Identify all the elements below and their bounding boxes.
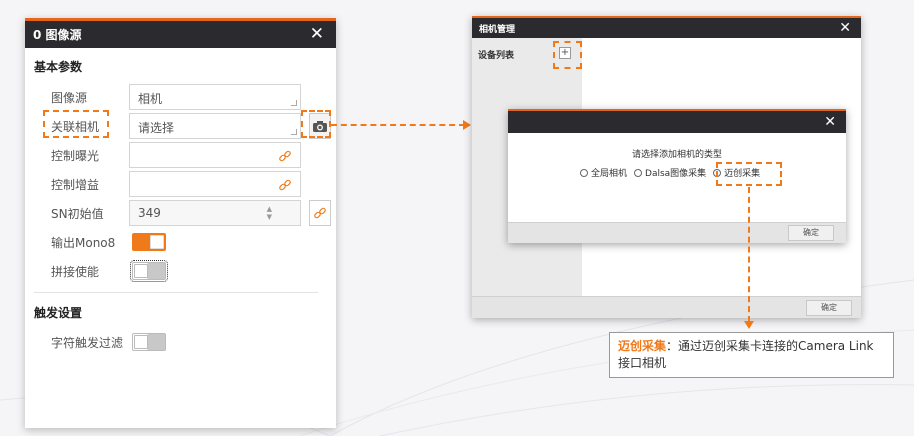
row-label: 拼接使能 — [51, 265, 100, 279]
camera-manager-ok-button[interactable]: 确定 — [806, 300, 852, 316]
resize-grip-icon — [291, 100, 297, 106]
sn-initial-stepper[interactable]: 349 ▲ ▼ — [129, 200, 301, 226]
row-label: 字符触发过滤 — [51, 336, 124, 350]
toggle-knob — [134, 335, 148, 349]
camera-manager-footer: 确定 — [472, 296, 861, 318]
row-label: 控制增益 — [51, 178, 100, 192]
link-icon[interactable] — [278, 149, 292, 163]
row-associated-camera: 关联相机 请选择 — [25, 113, 336, 139]
row-label: SN初始值 — [51, 207, 104, 221]
link-icon[interactable] — [278, 178, 292, 192]
control-exposure-field[interactable] — [129, 142, 301, 168]
device-list-label: 设备列表 — [478, 51, 515, 61]
arrow-head-right — [463, 120, 471, 130]
control-gain-field[interactable] — [129, 171, 301, 197]
camera-type-prompt: 请选择添加相机的类型 — [631, 150, 722, 160]
connector-arrow-vertical — [748, 187, 750, 322]
row-label: 输出Mono8 — [51, 236, 116, 250]
camera-icon — [313, 120, 327, 132]
resize-grip-icon — [291, 129, 297, 135]
row-sn-initial: SN初始值 349 ▲ ▼ — [25, 200, 336, 226]
add-camera-ok-button[interactable]: 确定 — [788, 225, 834, 241]
annotation-highlight: 迈创采集 — [618, 339, 667, 353]
row-label: 控制曝光 — [51, 149, 100, 163]
row-control-exposure: 控制曝光 — [25, 142, 336, 168]
section-divider — [34, 292, 318, 293]
arrow-head-down — [744, 321, 754, 329]
spin-arrows-icon[interactable]: ▲ ▼ — [267, 205, 272, 221]
camera-manager-title: 相机管理 — [479, 24, 516, 35]
sn-link-button[interactable] — [309, 200, 331, 226]
annotation-callout: 迈创采集：通过迈创采集卡连接的Camera Link接口相机 — [609, 332, 894, 378]
row-image-source: 图像源 相机 — [25, 84, 336, 110]
add-camera-button[interactable]: + — [559, 47, 571, 59]
panel-titlebar: 0 图像源 ✕ — [25, 18, 336, 48]
camera-settings-button[interactable] — [309, 113, 331, 139]
radio-button[interactable] — [634, 168, 643, 177]
camera-manager-titlebar: 相机管理 ✕ — [472, 16, 861, 38]
camera-type-options: 全局相机 Dalsa图像采集 迈创采集 — [580, 166, 760, 179]
add-camera-titlebar: ✕ — [508, 109, 846, 133]
panel-title: 0 图像源 — [33, 28, 82, 42]
close-icon[interactable]: ✕ — [310, 26, 324, 43]
image-source-panel: 0 图像源 ✕ 基本参数 图像源 相机 关联相机 请选择 控制曝光 控制增益 S… — [25, 18, 336, 428]
radio-button[interactable] — [713, 168, 722, 177]
row-output-mono8: 输出Mono8 — [25, 229, 336, 255]
row-char-trigger-filter: 字符触发过滤 — [25, 329, 336, 355]
option-matrox-capture[interactable]: 迈创采集 — [713, 166, 760, 179]
toggle-knob — [150, 235, 164, 249]
option-global-camera[interactable]: 全局相机 — [580, 166, 627, 179]
image-source-select[interactable]: 相机 — [129, 84, 301, 110]
section-title-trigger: 触发设置 — [34, 306, 83, 320]
radio-button[interactable] — [580, 168, 588, 177]
connector-arrow-horizontal — [331, 124, 465, 126]
output-mono8-toggle[interactable] — [132, 233, 166, 251]
option-dalsa-capture[interactable]: Dalsa图像采集 — [634, 166, 706, 179]
row-label: 关联相机 — [51, 120, 100, 134]
add-camera-footer: 确定 — [508, 222, 846, 243]
section-title-basic: 基本参数 — [34, 60, 83, 74]
associated-camera-select[interactable]: 请选择 — [129, 113, 301, 139]
link-icon — [314, 207, 326, 219]
stitching-enable-toggle[interactable] — [130, 260, 168, 282]
close-icon[interactable]: ✕ — [839, 21, 851, 35]
toggle-knob — [134, 264, 148, 278]
row-stitching-enable: 拼接使能 — [25, 258, 336, 284]
close-icon[interactable]: ✕ — [824, 114, 836, 130]
add-camera-dialog: ✕ 请选择添加相机的类型 全局相机 Dalsa图像采集 迈创采集 确定 — [508, 109, 846, 243]
row-label: 图像源 — [51, 91, 88, 105]
char-trigger-filter-toggle[interactable] — [132, 333, 166, 351]
row-control-gain: 控制增益 — [25, 171, 336, 197]
